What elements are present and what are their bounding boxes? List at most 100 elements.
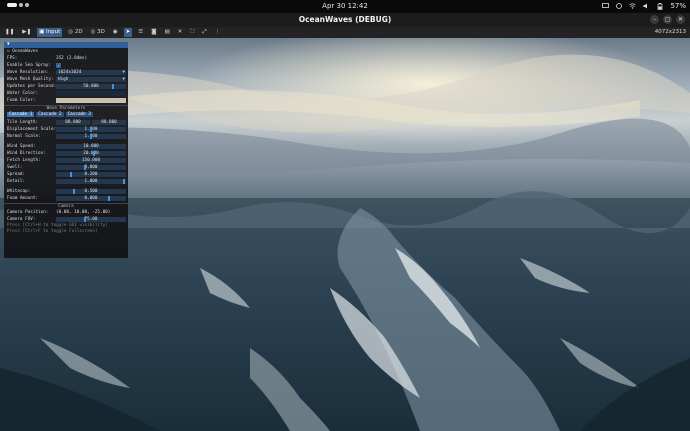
mesh-quality-dropdown[interactable]: High ▼ (56, 77, 126, 82)
mode-3d-toggle[interactable]: ◎ 3D (89, 28, 107, 37)
fit-icon[interactable]: ⛶ (188, 28, 196, 37)
foam-amount-slider[interactable]: 0.000 (56, 196, 126, 201)
list-tool-icon[interactable]: ☰ (136, 28, 145, 37)
slider-handle[interactable] (90, 127, 92, 132)
foam-color-row: Foam Color: (4, 97, 128, 104)
wind-direction-slider[interactable]: 20.000 (56, 151, 126, 156)
fetch-length-slider[interactable]: 150.000 (56, 158, 126, 163)
wind-speed-slider[interactable]: 10.000 (56, 144, 126, 149)
overlay-tool-icon[interactable]: ▤ (163, 28, 172, 37)
slider-handle[interactable] (70, 172, 72, 177)
swell-row: Swell: 0.800 (4, 164, 128, 171)
normal-scale-slider[interactable]: 1.000 (56, 134, 126, 139)
battery-percent: 57% (670, 2, 686, 10)
tile-length-y-input[interactable]: 88.000 (92, 120, 126, 125)
maximize-button[interactable]: ▢ (663, 15, 672, 24)
whitecap-label: Whitecap: (7, 189, 31, 194)
water-color-swatch[interactable] (56, 91, 126, 96)
wave-res-label: Wave Resolution: (7, 70, 49, 75)
foam-amount-label: Foam Amount: (7, 196, 39, 201)
wind-direction-label: Wind Direction: (7, 151, 46, 156)
input-icon: ▣ (39, 29, 47, 35)
displacement-row: Displacement Scale:1.000 (4, 126, 128, 133)
chevron-down-icon: ▼ (122, 70, 125, 75)
mesh-quality-row: Wave Mesh Quality: High ▼ (4, 76, 128, 83)
foam-color-swatch[interactable] (56, 98, 126, 103)
whitecap-row: Whitecap: 0.500 (4, 188, 128, 195)
foam-amount-row: Foam Amount: 0.000 (4, 195, 128, 202)
slider-handle[interactable] (112, 84, 114, 89)
input-toggle[interactable]: ▣ Input (37, 28, 63, 37)
window-title-bar[interactable]: OceanWaves (DEBUG) – ▢ ✕ (0, 13, 690, 27)
close-button[interactable]: ✕ (676, 15, 685, 24)
fetch-length-row: Fetch Length: 150.000 (4, 157, 128, 164)
whitecap-slider[interactable]: 0.500 (56, 189, 126, 194)
normal-scale-label: Normal Scale: (7, 134, 41, 139)
select-tool-icon[interactable]: ➤ (123, 28, 133, 37)
expand-icon[interactable]: ⤢ (200, 28, 208, 37)
normal-scale-row: Normal Scale: 1.000 (4, 133, 128, 140)
tile-length-x-input[interactable]: 88.000 (56, 120, 90, 125)
hint-fullscreen: Press [Ctrl+F to toggle Fullscreen] (7, 229, 98, 234)
camera-position-label: Camera Position: (7, 210, 49, 215)
updates-label: Updates per Second: (7, 84, 57, 89)
input-label: Input (46, 29, 61, 35)
panel-title: ▫ OceanWaves (7, 49, 39, 54)
collapse-arrow-icon[interactable]: ▼ (7, 42, 10, 47)
wave-res-row: Wave Resolution: 1024x1024 ▼ (4, 69, 128, 76)
displacement-slider[interactable]: 1.000 (56, 127, 126, 132)
cascade-tabs: Cascade 1 Cascade 2 Cascade 3 (4, 111, 128, 119)
network-icon (629, 3, 637, 9)
fps-row: FPS: 352 (2.84ms) (4, 55, 128, 62)
window-title: OceanWaves (DEBUG) (298, 15, 392, 24)
more-icon[interactable]: ⋮ (213, 28, 223, 37)
pause-icon[interactable]: ❚❚ (3, 28, 16, 37)
mode-3d-label: 3D (97, 29, 105, 35)
debug-panel[interactable]: ▼ ▫ OceanWaves FPS: 352 (2.84ms) Enable S… (4, 42, 128, 258)
slider-handle[interactable] (84, 165, 86, 170)
detail-slider[interactable]: 1.000 (56, 179, 126, 184)
camera-position-row: Camera Position: (0.00, 10.00, -25.00) (4, 209, 128, 216)
slider-handle[interactable] (84, 217, 86, 222)
minimize-button[interactable]: – (650, 15, 659, 24)
mode-2d-toggle[interactable]: ◎ 2D (66, 28, 84, 37)
fps-label: FPS: (7, 56, 18, 61)
wave-res-dropdown[interactable]: 1024x1024 ▼ (56, 70, 126, 75)
slider-handle[interactable] (123, 179, 125, 184)
wind-speed-label: Wind Speed: (7, 144, 36, 149)
fps-value: 352 (2.84ms) (56, 56, 88, 61)
wind-speed-row: Wind Speed: 10.000 (4, 143, 128, 150)
detail-row: Detail: 1.000 (4, 178, 128, 185)
sea-spray-checkbox[interactable]: ✓ (56, 63, 61, 68)
accessibility-icon (616, 3, 623, 9)
tab-cascade-3[interactable]: Cascade 3 (65, 112, 93, 117)
foam-color-label: Foam Color: (7, 98, 36, 103)
step-icon[interactable]: ▶❚ (20, 28, 33, 37)
water-color-row: Water Color: (4, 90, 128, 97)
camera-tool-icon[interactable]: ◙ (149, 28, 158, 37)
spread-slider[interactable]: 0.200 (56, 172, 126, 177)
app-toolbar: ❚❚ ▶❚ ▣ Input ◎ 2D ◎ 3D ◉ ➤ ☰ ◙ ▤ ✕ ⛶ ⤢ … (0, 27, 690, 38)
tile-length-label: Tile Length: (7, 120, 39, 125)
updates-row: Updates per Second: 50.000 (4, 83, 128, 90)
slider-handle[interactable] (108, 196, 110, 201)
panel-title-row[interactable]: ▫ OceanWaves (4, 48, 128, 55)
tab-cascade-1[interactable]: Cascade 1 (7, 112, 35, 117)
eye-icon[interactable]: ◉ (111, 28, 120, 37)
fetch-length-label: Fetch Length: (7, 158, 41, 163)
sea-spray-row: Enable Sea Spray: ✓ (4, 62, 128, 69)
updates-slider[interactable]: 50.000 (56, 84, 126, 89)
swell-slider[interactable]: 0.800 (56, 165, 126, 170)
camera-fov-slider[interactable]: 75.00 (56, 217, 126, 222)
spread-label: Spread: (7, 172, 26, 177)
slider-handle[interactable] (73, 189, 75, 194)
system-tray[interactable]: 57% (602, 2, 686, 10)
tools-icon[interactable]: ✕ (176, 28, 185, 37)
clock[interactable]: Apr 30 12:42 (0, 2, 690, 10)
battery-icon (658, 2, 663, 10)
mesh-quality-label: Wave Mesh Quality: (7, 77, 54, 82)
slider-handle[interactable] (93, 151, 95, 156)
tab-cascade-2[interactable]: Cascade 2 (36, 112, 64, 117)
slider-handle[interactable] (90, 134, 92, 139)
wind-direction-row: Wind Direction: 20.000 (4, 150, 128, 157)
